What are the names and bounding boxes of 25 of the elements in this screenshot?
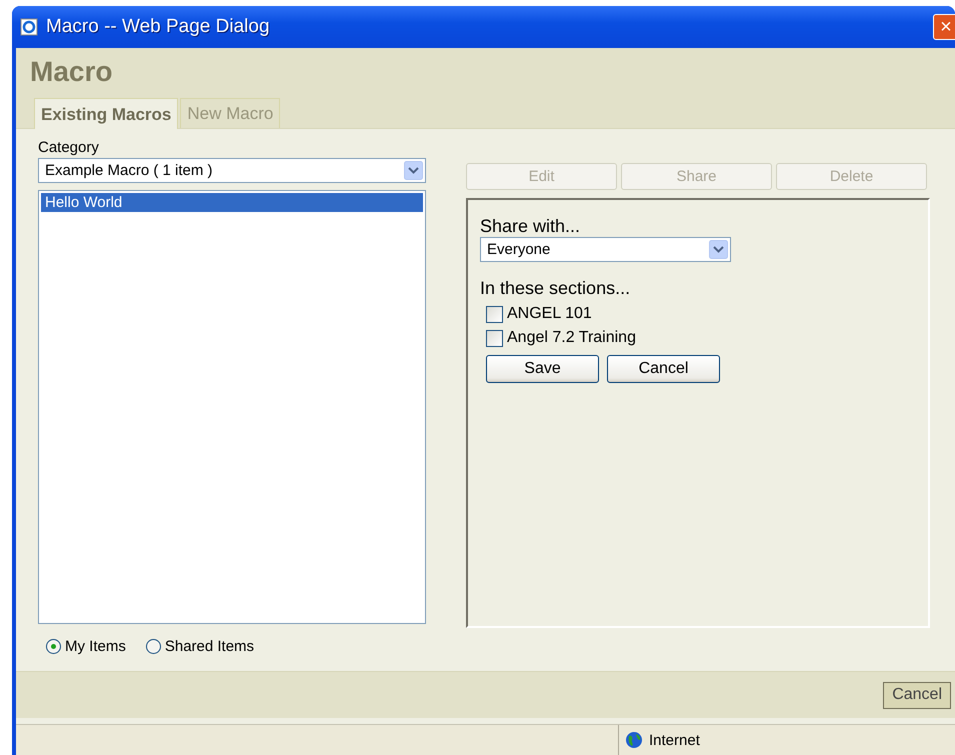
sections-label: In these sections...	[480, 278, 632, 299]
checkbox-label: ANGEL 101	[507, 305, 592, 323]
radio-label: My Items	[65, 638, 126, 655]
list-item[interactable]: Hello World	[41, 193, 423, 212]
cancel-button[interactable]: Cancel	[883, 682, 951, 708]
radio-button[interactable]	[46, 639, 61, 654]
share-label: Share with...	[480, 216, 582, 237]
checkbox-label: Angel 7.2 Training	[507, 329, 636, 347]
radio-button[interactable]	[146, 639, 161, 654]
category-label: Category	[38, 139, 100, 156]
form-button[interactable]: Save	[486, 355, 599, 383]
page-heading: Macro	[30, 56, 114, 88]
browser-icon	[20, 18, 38, 36]
globe-icon	[625, 731, 643, 749]
window-title: Macro -- Web Page Dialog	[46, 16, 271, 38]
form-button[interactable]: Cancel	[607, 355, 720, 383]
macro-list[interactable]: Hello World	[38, 190, 426, 624]
checkbox[interactable]	[486, 306, 503, 322]
radio-label: Shared Items	[164, 638, 254, 655]
category-select[interactable]: Example Macro ( 1 item )	[38, 158, 426, 183]
checkbox[interactable]	[486, 330, 503, 346]
close-button[interactable]: ×	[933, 14, 955, 40]
tab[interactable]: Existing Macros	[34, 98, 178, 129]
share-select[interactable]: Everyone	[480, 237, 731, 262]
zone-label: Internet	[649, 732, 700, 748]
